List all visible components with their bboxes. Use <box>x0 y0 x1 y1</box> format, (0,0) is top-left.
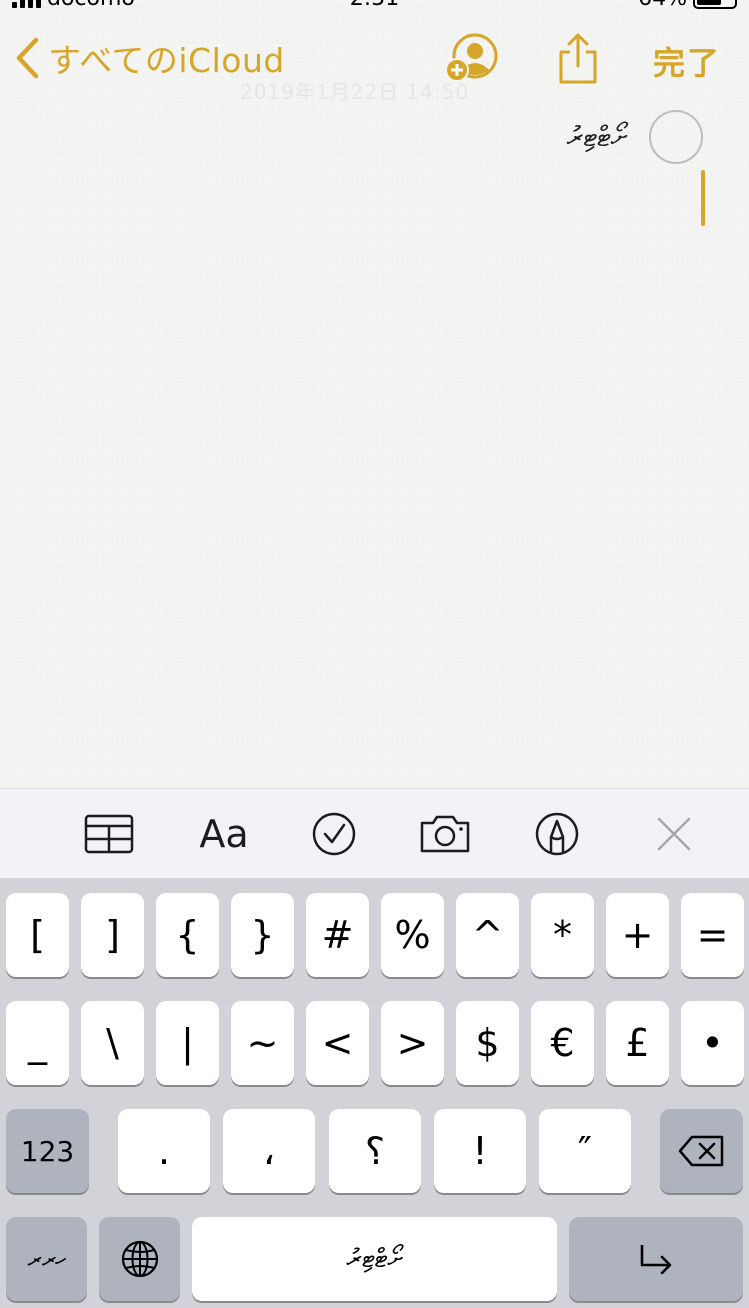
key[interactable]: = <box>681 893 744 977</box>
format-toolbar: Aa <box>0 788 749 878</box>
key[interactable]: % <box>381 893 444 977</box>
key[interactable]: ! <box>434 1109 526 1193</box>
battery: 64% <box>638 0 737 11</box>
text-cursor <box>701 170 705 226</box>
status-bar: docomo 2:51 64% <box>0 0 749 11</box>
key[interactable]: > <box>381 1001 444 1085</box>
key[interactable]: ؟ <box>329 1109 421 1193</box>
keyboard: [ ] { } # % ^ * + = _ \ | ~ < > $ € £ • … <box>0 878 749 1308</box>
text-style-button[interactable]: Aa <box>196 809 252 859</box>
back-label: すべてのiCloud <box>48 41 285 80</box>
close-icon[interactable] <box>654 809 694 859</box>
share-icon[interactable] <box>556 32 600 86</box>
return-icon <box>640 1245 672 1275</box>
battery-icon <box>693 0 737 9</box>
globe-icon <box>121 1240 158 1278</box>
checkbox-circle[interactable] <box>649 110 703 164</box>
key[interactable]: _ <box>6 1001 69 1085</box>
key[interactable]: € <box>531 1001 594 1085</box>
key[interactable]: < <box>306 1001 369 1085</box>
battery-percent: 64% <box>638 0 687 11</box>
key[interactable]: ] <box>81 893 144 977</box>
back-button[interactable]: すべてのiCloud <box>14 34 285 82</box>
key[interactable]: • <box>681 1001 744 1085</box>
note-date: 2019年1月22日 14:50 <box>240 80 470 104</box>
checklist-icon[interactable] <box>311 809 357 859</box>
markup-icon[interactable] <box>534 809 580 859</box>
key[interactable]: { <box>156 893 219 977</box>
keyboard-layout-key[interactable]: ހރރ <box>6 1217 87 1301</box>
key[interactable]: . <box>118 1109 210 1193</box>
delete-key[interactable] <box>660 1109 743 1193</box>
key[interactable]: * <box>531 893 594 977</box>
key[interactable]: ~ <box>231 1001 294 1085</box>
key[interactable]: $ <box>456 1001 519 1085</box>
key[interactable]: | <box>156 1001 219 1085</box>
table-icon[interactable] <box>84 809 134 859</box>
delete-icon <box>678 1135 723 1167</box>
return-key[interactable] <box>569 1217 743 1301</box>
space-bar[interactable]: ށޯޓްޓިރު <box>192 1217 557 1301</box>
key[interactable]: + <box>606 893 669 977</box>
key[interactable]: ^ <box>456 893 519 977</box>
key[interactable]: \ <box>81 1001 144 1085</box>
key[interactable]: £ <box>606 1001 669 1085</box>
globe-key[interactable] <box>99 1217 180 1301</box>
numbers-mode-key[interactable]: 123 <box>6 1109 89 1193</box>
done-button[interactable]: 完了 <box>653 38 721 84</box>
clock: 2:51 <box>0 0 749 11</box>
checklist-item-text[interactable]: ށޯޓްޓިރު <box>567 120 627 154</box>
key[interactable]: ″ <box>539 1109 631 1193</box>
key[interactable]: } <box>231 893 294 977</box>
chevron-left-icon <box>16 37 39 79</box>
checklist-item[interactable]: ށޯޓްޓިރު <box>567 110 703 164</box>
key[interactable]: ، <box>223 1109 315 1193</box>
key[interactable]: [ <box>6 893 69 977</box>
key[interactable]: # <box>306 893 369 977</box>
camera-icon[interactable] <box>419 809 471 859</box>
